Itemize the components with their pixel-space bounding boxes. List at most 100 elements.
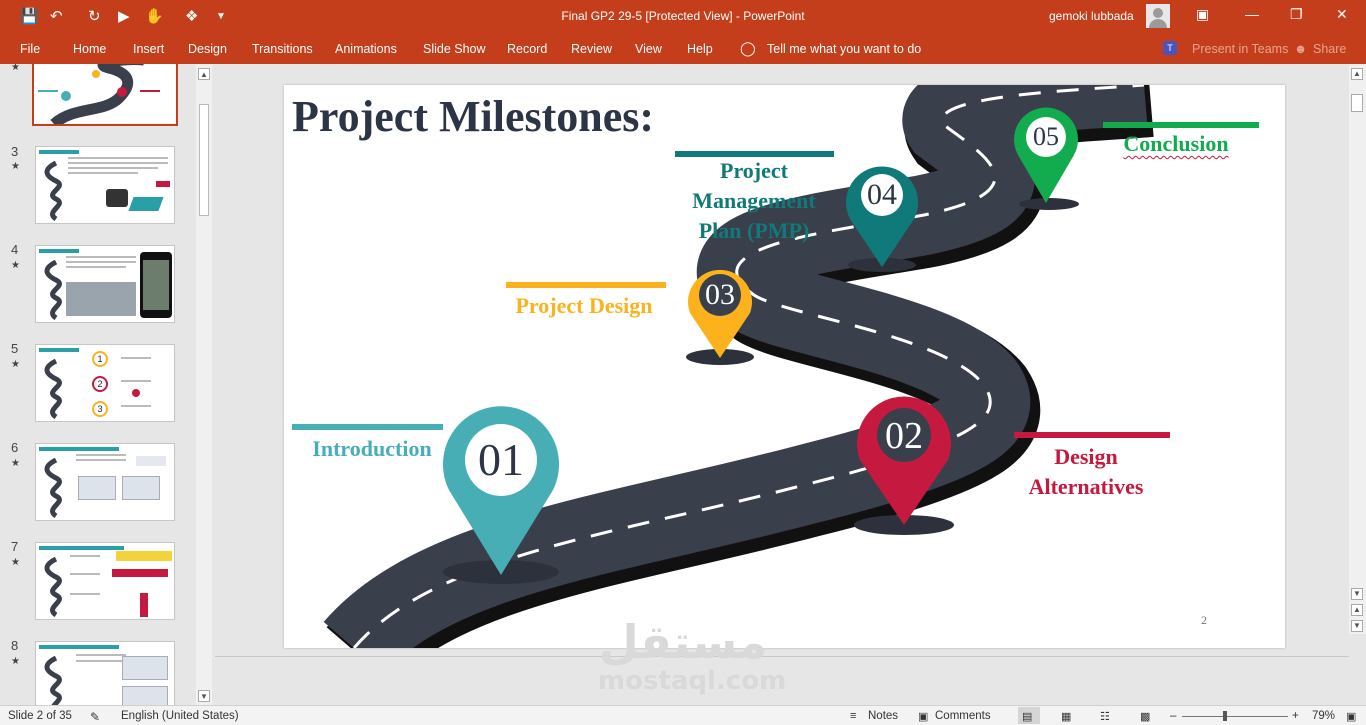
thumbnail-title-bar bbox=[39, 249, 79, 253]
scroll-down-icon[interactable]: ▼ bbox=[198, 690, 210, 702]
slide-scrollbar[interactable]: ▲ ▼ ▲ ▼ bbox=[1349, 64, 1366, 634]
slide-thumbnail-6[interactable] bbox=[35, 443, 175, 521]
avatar[interactable] bbox=[1146, 4, 1170, 28]
zoom-level[interactable]: 79% bbox=[1312, 710, 1335, 722]
present-from-start-icon[interactable]: ▶ bbox=[118, 8, 130, 26]
comments-button[interactable]: Comments bbox=[935, 710, 991, 722]
zoom-out-icon[interactable]: – bbox=[1170, 710, 1176, 722]
language-indicator[interactable]: English (United States) bbox=[121, 710, 239, 722]
slide-thumbnail-2[interactable] bbox=[32, 64, 178, 126]
zoom-slider[interactable] bbox=[1182, 716, 1288, 717]
milestone-04-number: 04 bbox=[867, 178, 897, 211]
animation-star-icon: ★ bbox=[11, 557, 20, 568]
redo-icon[interactable]: ↻ bbox=[88, 8, 101, 26]
slideshow-view-icon[interactable]: ▩ bbox=[1140, 710, 1150, 723]
mini-road-graphic bbox=[44, 260, 62, 320]
slide-thumbnail-3[interactable] bbox=[35, 146, 175, 224]
present-in-teams-button[interactable]: Present in Teams bbox=[1192, 42, 1288, 56]
animation-star-icon: ★ bbox=[11, 64, 20, 73]
pin-05-shadow bbox=[1019, 198, 1079, 210]
format-painter-icon[interactable]: ❖ bbox=[185, 8, 198, 26]
user-name[interactable]: gemoki lubbada bbox=[1049, 9, 1134, 23]
close-icon[interactable]: ✕ bbox=[1336, 6, 1348, 23]
zoom-in-icon[interactable]: + bbox=[1292, 710, 1299, 722]
slide-thumbnail-7[interactable] bbox=[35, 542, 175, 620]
thumbnail-title-bar bbox=[39, 546, 124, 550]
milestone-02-bar bbox=[1014, 432, 1170, 438]
ribbon-tabs: File Home Insert Design Transitions Anim… bbox=[0, 34, 1366, 64]
milestone-03-number: 03 bbox=[705, 278, 735, 311]
touch-mode-icon[interactable]: ✋ bbox=[145, 8, 164, 26]
normal-view-icon: ▤ bbox=[1022, 711, 1033, 723]
milestone-02-number: 02 bbox=[885, 415, 923, 457]
share-button[interactable]: Share bbox=[1313, 42, 1346, 56]
slide-page-number: 2 bbox=[1201, 613, 1207, 627]
animation-star-icon: ★ bbox=[11, 260, 20, 271]
tab-home[interactable]: Home bbox=[73, 42, 106, 56]
slide-number-4: 4 bbox=[11, 242, 19, 257]
tab-review[interactable]: Review bbox=[571, 42, 612, 56]
milestone-02-label[interactable]: Design Alternatives bbox=[1006, 442, 1166, 502]
spelling-check-icon[interactable]: ✎ bbox=[90, 710, 100, 724]
watermark-arabic: مستقل bbox=[598, 615, 768, 669]
tab-insert[interactable]: Insert bbox=[133, 42, 164, 56]
reading-view-icon[interactable]: ☷ bbox=[1100, 710, 1110, 723]
tab-slide-show[interactable]: Slide Show bbox=[423, 42, 486, 56]
scroll-down-icon[interactable]: ▼ bbox=[1351, 588, 1363, 600]
mini-road-graphic bbox=[44, 557, 62, 617]
fit-to-window-icon[interactable]: ▣ bbox=[1346, 710, 1356, 723]
slide-number-7: 7 bbox=[11, 539, 19, 554]
notes-pane-divider[interactable] bbox=[215, 656, 1349, 657]
slide-thumbnail-4[interactable] bbox=[35, 245, 175, 323]
lightbulb-icon: ◯ bbox=[740, 40, 756, 56]
scroll-thumb[interactable] bbox=[199, 104, 209, 216]
tab-transitions[interactable]: Transitions bbox=[252, 42, 313, 56]
slide-sorter-icon[interactable]: ▦ bbox=[1061, 710, 1071, 723]
undo-icon[interactable]: ↶ bbox=[50, 8, 63, 26]
tab-help[interactable]: Help bbox=[687, 42, 713, 56]
slide-thumbnail-5[interactable]: 1 2 3 bbox=[35, 344, 175, 422]
notes-icon[interactable]: ≡ bbox=[850, 710, 856, 722]
window-title: Final GP2 29-5 [Protected View] - PowerP… bbox=[561, 9, 805, 23]
milestone-04-label[interactable]: Project Management Plan (PMP) bbox=[674, 156, 834, 246]
tab-view[interactable]: View bbox=[635, 42, 662, 56]
mini-road-graphic bbox=[44, 359, 62, 419]
scroll-up-icon[interactable]: ▲ bbox=[1351, 68, 1363, 80]
tab-animations[interactable]: Animations bbox=[335, 42, 397, 56]
milestone-05-label[interactable]: Conclusion bbox=[1096, 129, 1256, 159]
mini-road-graphic bbox=[44, 161, 62, 221]
tell-me-search[interactable]: Tell me what you want to do bbox=[767, 42, 921, 56]
milestone-03-label[interactable]: Project Design bbox=[499, 291, 669, 321]
previous-slide-icon[interactable]: ▲ bbox=[1351, 604, 1363, 616]
scroll-thumb[interactable] bbox=[1351, 94, 1363, 112]
tab-design[interactable]: Design bbox=[188, 42, 227, 56]
animation-star-icon: ★ bbox=[11, 359, 20, 370]
thumbnail-title-bar bbox=[39, 150, 79, 154]
watermark-logo: مستقل mostaql.com bbox=[598, 615, 786, 708]
restore-icon[interactable]: ❐ bbox=[1290, 6, 1303, 23]
person-icon: ☻ bbox=[1294, 42, 1308, 56]
notes-button[interactable]: Notes bbox=[868, 710, 898, 722]
mini-road-graphic bbox=[44, 458, 62, 518]
ribbon-display-icon[interactable]: ▣ bbox=[1196, 6, 1209, 23]
customize-toolbar-icon[interactable]: ▼ bbox=[216, 8, 226, 26]
current-slide[interactable]: Project Milestones: 01 02 03 04 05 Intro… bbox=[284, 85, 1285, 648]
milestone-01-bar bbox=[292, 424, 443, 430]
thumbnail-scrollbar[interactable]: ▲ ▼ bbox=[196, 64, 212, 705]
minimize-icon[interactable]: — bbox=[1245, 6, 1259, 22]
slide-thumbnail-8[interactable] bbox=[35, 641, 175, 705]
scroll-up-icon[interactable]: ▲ bbox=[198, 68, 210, 80]
mini-road-graphic bbox=[44, 656, 62, 705]
zoom-slider-handle[interactable] bbox=[1223, 711, 1227, 721]
tab-record[interactable]: Record bbox=[507, 42, 547, 56]
tab-file[interactable]: File bbox=[20, 42, 40, 56]
slide-number-5: 5 bbox=[11, 341, 19, 356]
milestone-01-label[interactable]: Introduction bbox=[292, 434, 452, 464]
comments-icon[interactable]: ▣ bbox=[918, 710, 928, 723]
slide-number-6: 6 bbox=[11, 440, 19, 455]
save-icon[interactable]: 💾 bbox=[20, 8, 39, 26]
thumbnail-title-bar bbox=[39, 447, 119, 451]
animation-star-icon: ★ bbox=[11, 161, 20, 172]
milestone-05-number: 05 bbox=[1033, 122, 1059, 151]
next-slide-icon[interactable]: ▼ bbox=[1351, 620, 1363, 632]
